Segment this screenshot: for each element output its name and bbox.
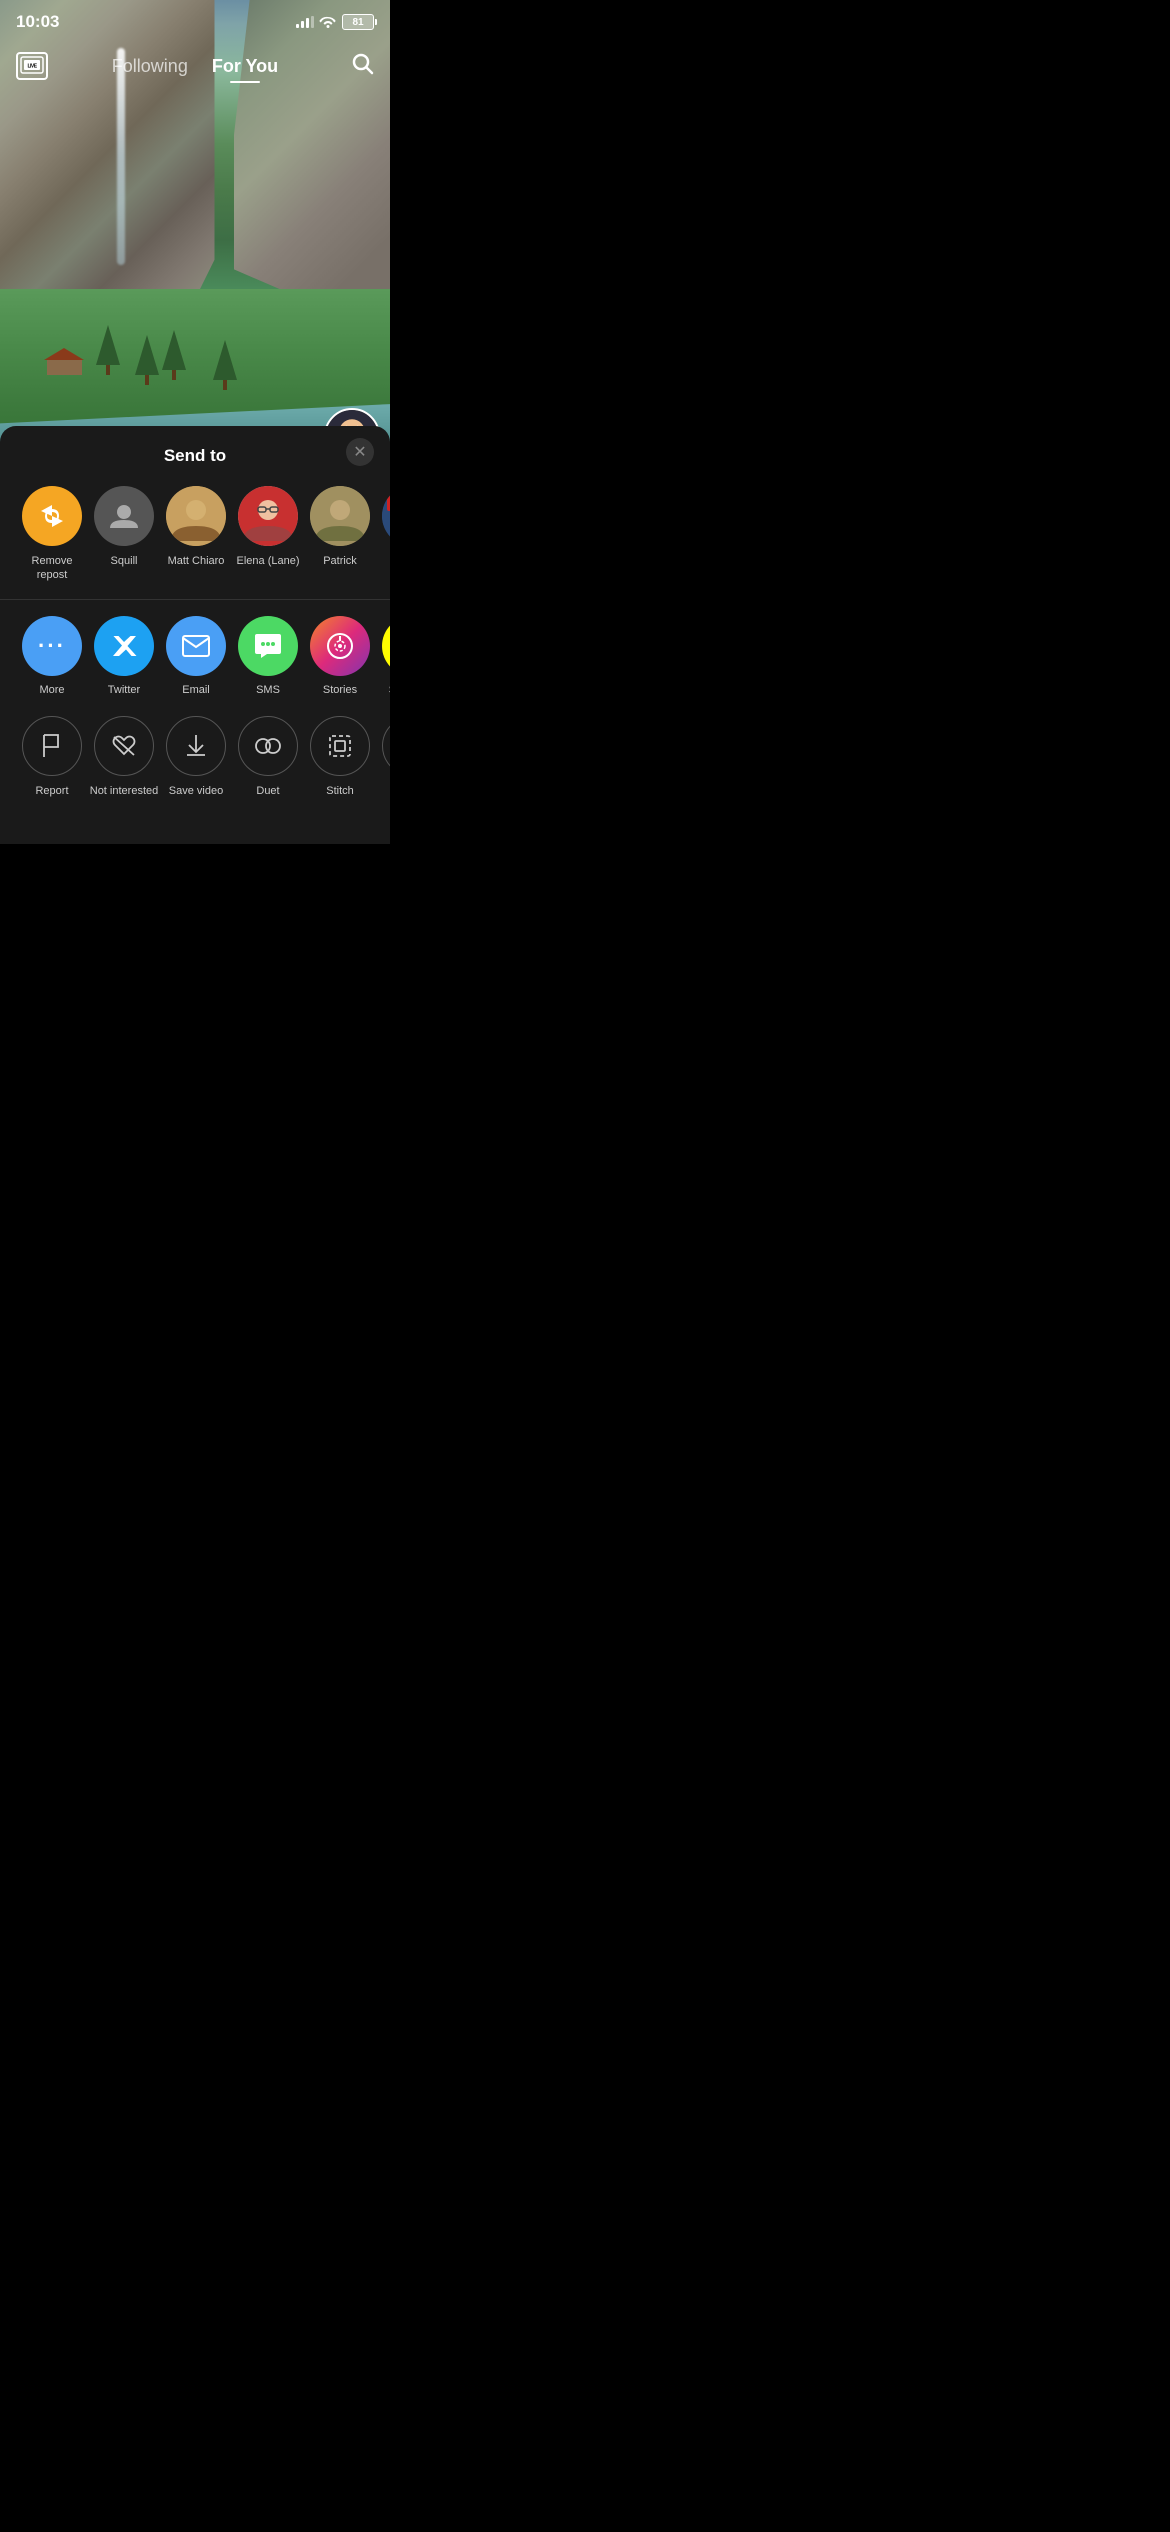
duet-icon bbox=[238, 716, 298, 776]
more-icon: ··· bbox=[22, 616, 82, 676]
action-name: Not interested bbox=[90, 784, 158, 798]
contact-name: Squill bbox=[111, 554, 138, 568]
not-interested-icon bbox=[94, 716, 154, 776]
sheet-header: Send to ✕ bbox=[0, 426, 390, 478]
action-name: Save video bbox=[169, 784, 223, 798]
apps-row: ··· More Twitter Email bbox=[0, 600, 390, 712]
email-icon bbox=[166, 616, 226, 676]
action-report[interactable]: Report bbox=[16, 716, 88, 798]
snapchat-icon bbox=[382, 616, 390, 676]
top-navigation: LIVE Following For You bbox=[0, 44, 390, 88]
search-button[interactable] bbox=[350, 51, 374, 81]
sms-icon bbox=[238, 616, 298, 676]
elena-avatar bbox=[238, 486, 298, 546]
svg-text:LIVE: LIVE bbox=[27, 64, 37, 70]
battery-icon: 81 bbox=[342, 14, 374, 30]
actions-row: Report Not interested Save video bbox=[0, 712, 390, 814]
sheet-title: Send to bbox=[164, 446, 226, 466]
app-item-sms[interactable]: SMS bbox=[232, 616, 304, 696]
contact-item[interactable]: Squill bbox=[88, 486, 160, 583]
contact-item[interactable]: Elena (Lane) bbox=[232, 486, 304, 583]
stitch-icon bbox=[310, 716, 370, 776]
tab-for-you[interactable]: For You bbox=[212, 56, 278, 77]
action-live-photo[interactable]: Live ph... bbox=[376, 716, 390, 798]
app-item-snapchat[interactable]: Snapchat bbox=[376, 616, 390, 696]
save-video-icon bbox=[166, 716, 226, 776]
contact-item[interactable]: Patrick bbox=[304, 486, 376, 583]
app-item-twitter[interactable]: Twitter bbox=[88, 616, 160, 696]
stories-icon bbox=[310, 616, 370, 676]
signal-icon bbox=[296, 16, 314, 28]
app-item-email[interactable]: Email bbox=[160, 616, 232, 696]
status-time: 10:03 bbox=[16, 12, 59, 32]
action-duet[interactable]: Duet bbox=[232, 716, 304, 798]
matt-avatar bbox=[166, 486, 226, 546]
tab-following[interactable]: Following bbox=[112, 56, 188, 77]
remove-repost-avatar bbox=[22, 486, 82, 546]
app-item-stories[interactable]: Stories bbox=[304, 616, 376, 696]
peter-avatar: 2020 bbox=[382, 486, 390, 546]
contacts-row: Remove repost Squill Matt Chiaro bbox=[0, 478, 390, 599]
app-name: Stories bbox=[323, 684, 357, 696]
app-name: Snapchat bbox=[389, 684, 390, 696]
live-photo-icon bbox=[382, 716, 390, 776]
app-name: Email bbox=[182, 684, 210, 696]
contact-item[interactable]: Matt Chiaro bbox=[160, 486, 232, 583]
contact-name: Remove repost bbox=[17, 554, 87, 583]
contact-item[interactable]: 2020 Peter K. Szpy... bbox=[376, 486, 390, 583]
action-not-interested[interactable]: Not interested bbox=[88, 716, 160, 798]
app-name: SMS bbox=[256, 684, 280, 696]
status-icons: 81 bbox=[296, 14, 374, 31]
action-name: Duet bbox=[256, 784, 279, 798]
action-stitch[interactable]: Stitch bbox=[304, 716, 376, 798]
report-icon bbox=[22, 716, 82, 776]
patrick-avatar bbox=[310, 486, 370, 546]
twitter-icon bbox=[94, 616, 154, 676]
wifi-icon bbox=[319, 14, 337, 31]
live-button[interactable]: LIVE bbox=[16, 52, 48, 80]
app-name: More bbox=[39, 684, 64, 696]
close-button[interactable]: ✕ bbox=[346, 438, 374, 466]
live-icon: LIVE bbox=[16, 52, 48, 80]
contact-name: Elena (Lane) bbox=[237, 554, 300, 568]
contact-name: Peter K. Szpy... bbox=[377, 554, 390, 583]
app-item-more[interactable]: ··· More bbox=[16, 616, 88, 696]
contact-item[interactable]: Remove repost bbox=[16, 486, 88, 583]
action-save-video[interactable]: Save video bbox=[160, 716, 232, 798]
action-name: Report bbox=[35, 784, 68, 798]
nav-tabs: Following For You bbox=[112, 56, 278, 77]
contact-name: Matt Chiaro bbox=[168, 554, 225, 568]
contact-name: Patrick bbox=[323, 554, 357, 568]
squill-avatar bbox=[94, 486, 154, 546]
send-to-sheet: Send to ✕ Remove repost Squill bbox=[0, 426, 390, 844]
status-bar: 10:03 81 bbox=[0, 0, 390, 44]
action-name: Stitch bbox=[326, 784, 354, 798]
app-name: Twitter bbox=[108, 684, 140, 696]
